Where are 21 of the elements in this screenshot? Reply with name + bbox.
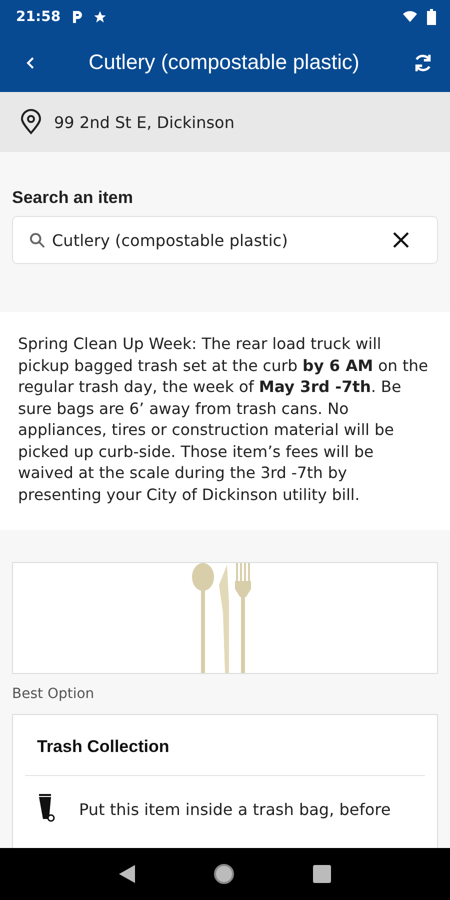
announcement-text: Spring Clean Up Week: The rear load truck will pickup bagged trash set at the curb by 6 AM on the regular trash day, the week of May 3rd -7th. Be sure bags are 6’ away from trash cans. No appliances, tires or construction material will be picked up curb-side. Those item’s fees will be waived at the scale during the 3rd -7th by presenting your City of Dickinson utility bill. xyxy=(0,312,450,530)
home-nav-icon[interactable] xyxy=(213,863,235,885)
option-instruction: Put this item inside a trash bag, before xyxy=(79,800,391,818)
chevron-left-icon xyxy=(26,56,36,70)
address-text: 99 2nd St E, Dickinson xyxy=(54,112,234,132)
trash-cart-icon xyxy=(37,794,57,824)
search-icon xyxy=(29,232,46,248)
close-icon xyxy=(391,230,411,250)
search-bar[interactable]: Cutlery (compostable plastic) xyxy=(12,216,438,264)
status-time: 21:58 xyxy=(16,9,61,25)
section-label: Best Option xyxy=(12,686,96,702)
location-pin-icon xyxy=(20,109,42,135)
back-nav-icon[interactable] xyxy=(119,865,135,883)
option-title: Trash Collection xyxy=(25,715,425,776)
star-icon xyxy=(92,10,107,24)
page-title: Cutlery (compostable plastic) xyxy=(88,51,360,75)
search-label: Search an item xyxy=(12,188,134,208)
address-bar[interactable]: 99 2nd St E, Dickinson xyxy=(0,92,450,152)
battery-icon xyxy=(427,9,436,25)
parking-icon xyxy=(70,10,83,24)
wifi-icon xyxy=(403,11,417,23)
